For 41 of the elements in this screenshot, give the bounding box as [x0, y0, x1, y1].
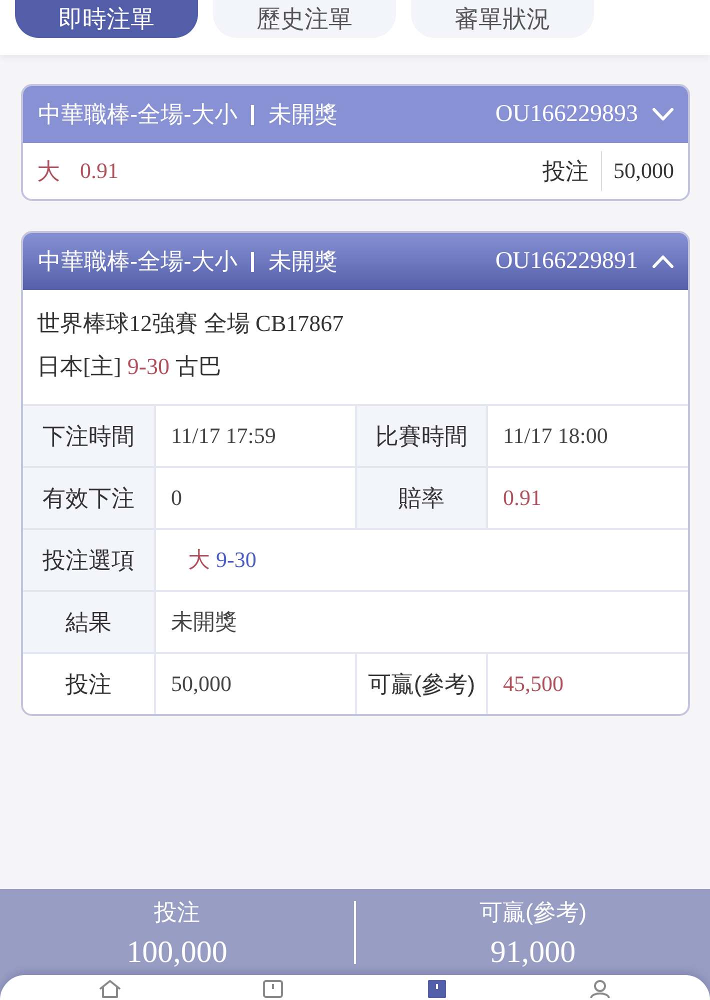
score-text: 9-30	[127, 354, 170, 380]
detail-value: 45,500	[486, 652, 688, 714]
event-name: 世界棒球12強賽 全場 CB17867	[37, 310, 344, 338]
detail-label: 下注時間	[23, 404, 154, 466]
home-icon[interactable]	[98, 979, 122, 999]
chevron-down-icon[interactable]	[652, 108, 674, 121]
line-text: 9-30	[216, 547, 256, 573]
bet-id: OU166229891	[495, 248, 638, 275]
detail-label: 投注	[23, 652, 154, 714]
card-header[interactable]: 中華職棒-全場-大小 未開獎 OU166229893	[23, 86, 688, 143]
team-name: 日本[主]	[37, 353, 122, 381]
pick-text: 大	[37, 156, 60, 186]
detail-label: 可贏(參考)	[355, 652, 486, 714]
stake-label: 投注	[542, 156, 588, 186]
total-label: 投注	[154, 898, 200, 927]
total-label: 可贏(參考)	[479, 898, 587, 927]
detail-value: 11/17 18:00	[486, 404, 688, 466]
tab[interactable]: 歷史注單	[213, 0, 396, 38]
odds-text: 0.91	[80, 158, 118, 184]
detail-label: 投注選項	[23, 528, 154, 590]
detail-value: 0.91	[486, 466, 688, 528]
team-name: 古巴	[176, 353, 222, 381]
tab[interactable]: 審單狀況	[411, 0, 594, 38]
stake-amount: 50,000	[614, 158, 674, 184]
bet-type-title: 中華職棒-全場-大小	[38, 247, 238, 276]
card-header[interactable]: 中華職棒-全場-大小 未開獎 OU166229891	[23, 233, 688, 290]
pick-text: 大	[188, 546, 210, 574]
bet-status: 未開獎	[268, 100, 338, 129]
detail-label: 比賽時間	[355, 404, 486, 466]
bet-status: 未開獎	[268, 247, 338, 276]
detail-label: 有效下注	[23, 466, 154, 528]
tab[interactable]: 即時注單	[15, 0, 198, 38]
bet-type-title: 中華職棒-全場-大小	[38, 100, 238, 129]
user-icon[interactable]	[588, 979, 612, 999]
detail-label: 結果	[23, 590, 154, 652]
box-icon[interactable]	[261, 979, 286, 999]
detail-label: 賠率	[355, 466, 486, 528]
bet-id: OU166229893	[495, 101, 638, 128]
chevron-up-icon[interactable]	[652, 255, 674, 268]
total-amount: 100,000	[126, 933, 228, 971]
total-amount: 91,000	[490, 933, 576, 971]
